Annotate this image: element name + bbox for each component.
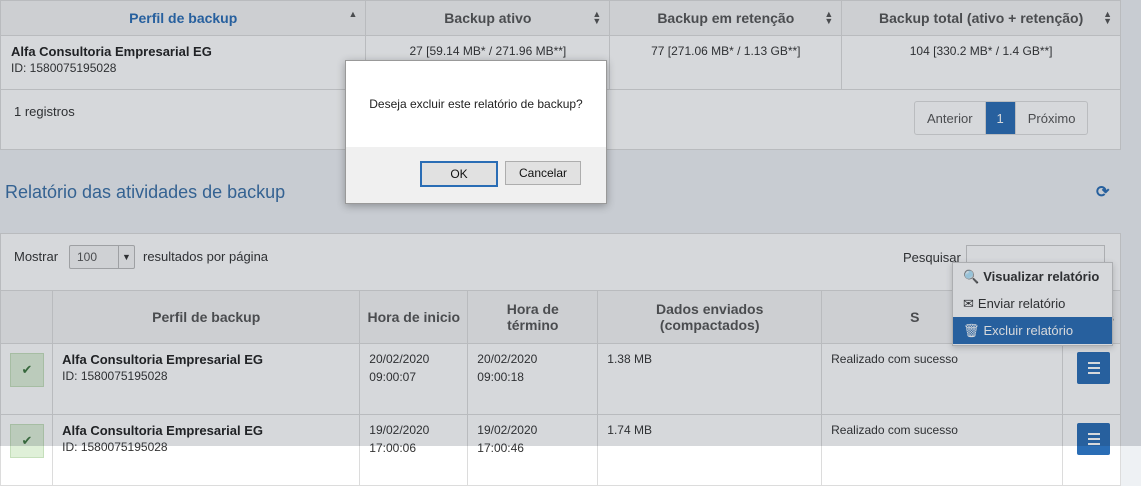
cancel-button[interactable]: Cancelar: [505, 161, 581, 185]
confirm-dialog: Deseja excluir este relatório de backup?…: [345, 60, 607, 204]
dialog-message: Deseja excluir este relatório de backup?: [369, 97, 583, 111]
dialog-footer: OK Cancelar: [346, 147, 606, 203]
ok-button[interactable]: OK: [420, 161, 498, 187]
